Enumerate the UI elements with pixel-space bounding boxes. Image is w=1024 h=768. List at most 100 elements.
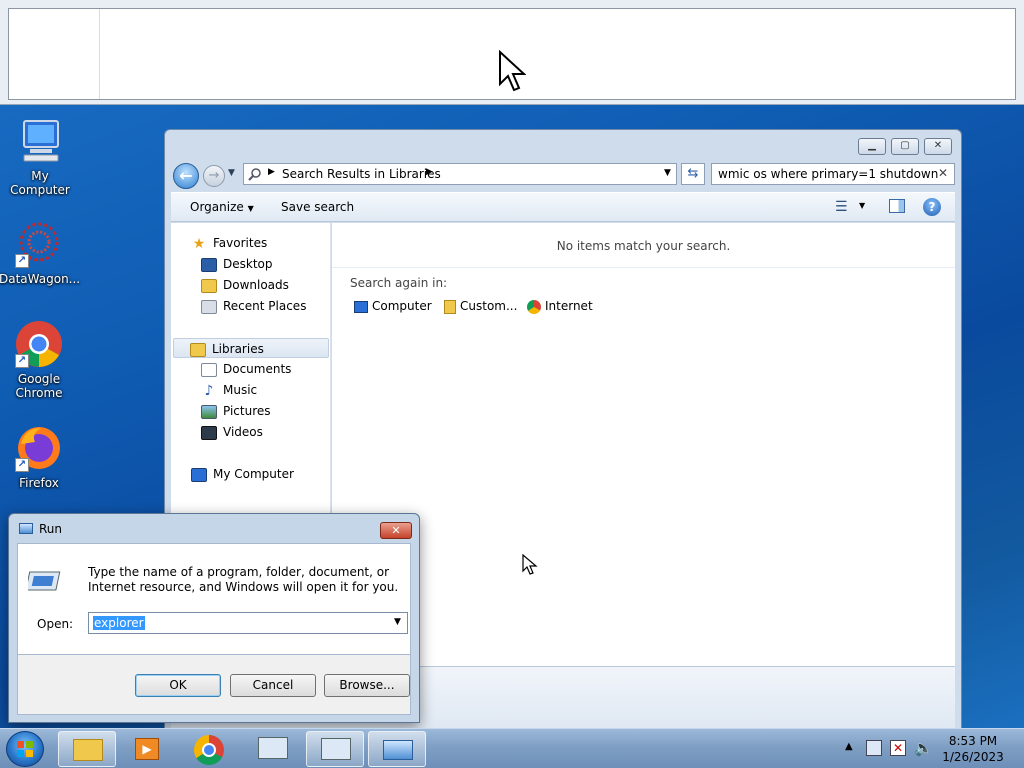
- search-input[interactable]: wmic os where primary=1 shutdown: [718, 167, 938, 181]
- nav-recent-places[interactable]: Recent Places: [201, 296, 306, 316]
- search-icon: [248, 168, 261, 181]
- taskbar-chrome[interactable]: [180, 731, 238, 767]
- media-player-icon: ▶: [135, 738, 159, 760]
- breadcrumb-separator-icon[interactable]: ▶: [426, 167, 433, 177]
- open-combobox[interactable]: explorer ▼: [88, 612, 408, 634]
- taskbar: ▶ ▲ ✕ 🔈 8:53 PM 1/26/2023: [0, 728, 1024, 768]
- nav-libraries[interactable]: Libraries: [173, 338, 329, 358]
- libraries-folder-icon: [190, 342, 206, 357]
- mouse-cursor-icon: [499, 50, 526, 92]
- clear-search-icon[interactable]: ✕: [938, 166, 948, 180]
- desktop-folder-icon: [201, 257, 217, 272]
- taskbar-keyboard[interactable]: [244, 731, 302, 767]
- maximize-button[interactable]: ▢: [891, 138, 919, 155]
- minimize-button[interactable]: ▁: [858, 138, 886, 155]
- run-dialog: Run ✕ Type the name of a program, folder…: [8, 513, 420, 723]
- nav-music[interactable]: ♪ Music: [201, 380, 258, 400]
- preview-pane-icon[interactable]: [889, 199, 905, 213]
- start-button[interactable]: [6, 731, 44, 767]
- search-again-label: Search again in:: [350, 276, 448, 290]
- browse-button[interactable]: Browse...: [324, 674, 410, 697]
- computer-icon: [191, 467, 207, 482]
- recent-pages-chevron-icon[interactable]: ▼: [228, 168, 235, 178]
- command-bar: Organize ▼ Save search ☰ ▼ ?: [171, 192, 955, 222]
- chrome-icon: ↗: [15, 320, 63, 368]
- nav-my-computer[interactable]: My Computer: [191, 464, 294, 484]
- star-icon: ★: [192, 235, 206, 252]
- nav-label: Videos: [223, 425, 263, 439]
- taskbar-run[interactable]: [368, 731, 426, 767]
- nav-label: Favorites: [213, 236, 268, 250]
- keyboard-icon: [258, 737, 288, 759]
- refresh-button[interactable]: ⇆: [681, 163, 705, 185]
- computer-icon: [354, 300, 368, 313]
- shortcut-arrow-icon: ↗: [15, 354, 29, 368]
- desktop-icon-my-computer[interactable]: My Computer: [0, 117, 80, 197]
- search-box[interactable]: wmic os where primary=1 shutdown ✕: [711, 163, 955, 185]
- open-input[interactable]: explorer: [93, 616, 145, 630]
- nav-documents[interactable]: Documents: [201, 359, 291, 379]
- open-dropdown-icon[interactable]: ▼: [394, 617, 401, 627]
- windows-logo-icon: [17, 741, 33, 757]
- breadcrumb-separator-icon: ▶: [268, 167, 275, 177]
- divider: [332, 267, 955, 268]
- datawagon-icon: ↗: [15, 220, 63, 268]
- nav-videos[interactable]: Videos: [201, 422, 263, 442]
- address-bar[interactable]: ▶ Search Results in Libraries ▶ ▼: [243, 163, 677, 185]
- address-text[interactable]: Search Results in Libraries: [282, 167, 441, 181]
- desktop-icon-label: My Computer: [10, 169, 70, 197]
- clock[interactable]: 8:53 PM 1/26/2023: [930, 733, 1016, 765]
- run-dialog-body: Type the name of a program, folder, docu…: [17, 543, 411, 655]
- view-dropdown-icon[interactable]: ▼: [859, 201, 865, 210]
- run-program-icon: [28, 571, 61, 591]
- desktop-icon-label: Firefox: [19, 476, 59, 490]
- close-button[interactable]: ✕: [924, 138, 952, 155]
- taskbar-search-window[interactable]: [306, 731, 364, 767]
- help-icon[interactable]: ?: [923, 198, 941, 216]
- desktop-icon-chrome[interactable]: ↗ Google Chrome: [0, 320, 79, 400]
- taskbar-media-player[interactable]: ▶: [118, 731, 176, 767]
- search-location-custom[interactable]: Custom...: [444, 299, 517, 314]
- nav-pictures[interactable]: Pictures: [201, 401, 271, 421]
- dialog-title: Run: [39, 522, 63, 536]
- run-dialog-footer: OK Cancel Browse...: [17, 655, 411, 715]
- computer-icon: [16, 117, 64, 165]
- nav-label: Recent Places: [223, 299, 307, 313]
- location-label: Internet: [545, 299, 593, 313]
- action-center-icon[interactable]: ✕: [890, 740, 906, 756]
- address-dropdown-icon[interactable]: ▼: [664, 168, 671, 178]
- forward-button[interactable]: →: [203, 165, 225, 187]
- film-icon: [201, 425, 217, 440]
- back-button[interactable]: ←: [173, 163, 199, 189]
- network-icon[interactable]: [866, 740, 882, 756]
- pictures-icon: [201, 404, 217, 419]
- close-button[interactable]: ✕: [380, 522, 412, 539]
- taskbar-explorer[interactable]: [58, 731, 116, 767]
- firefox-icon: ↗: [15, 424, 63, 472]
- search-window-icon: [321, 738, 351, 760]
- search-location-computer[interactable]: Computer: [354, 299, 432, 313]
- nav-downloads[interactable]: Downloads: [201, 275, 289, 295]
- run-icon: [383, 740, 413, 760]
- top-strip-divider: [99, 9, 100, 99]
- desktop-icon-firefox[interactable]: ↗ Firefox: [0, 424, 79, 490]
- file-list[interactable]: No items match your search. Search again…: [332, 223, 955, 666]
- search-location-internet[interactable]: Internet: [527, 299, 593, 314]
- save-search-button[interactable]: Save search: [281, 200, 354, 214]
- show-hidden-icons[interactable]: ▲: [845, 741, 853, 752]
- clock-time: 8:53 PM: [948, 734, 998, 748]
- run-description: Type the name of a program, folder, docu…: [88, 565, 399, 594]
- nav-label: Documents: [223, 362, 292, 376]
- nav-label: Pictures: [223, 404, 271, 418]
- nav-favorites[interactable]: ★ Favorites: [191, 233, 268, 253]
- nav-label: Music: [223, 383, 258, 397]
- nav-desktop[interactable]: Desktop: [201, 254, 273, 274]
- location-label: Computer: [372, 299, 432, 313]
- desktop-icon-datawagon[interactable]: ↗ DataWagon...: [0, 220, 80, 286]
- ok-button[interactable]: OK: [135, 674, 221, 697]
- change-view-icon[interactable]: ☰: [835, 199, 848, 215]
- custom-folder-icon: [444, 299, 456, 314]
- nav-label: Downloads: [223, 278, 289, 292]
- cancel-button[interactable]: Cancel: [230, 674, 316, 697]
- organize-button[interactable]: Organize ▼: [190, 200, 254, 214]
